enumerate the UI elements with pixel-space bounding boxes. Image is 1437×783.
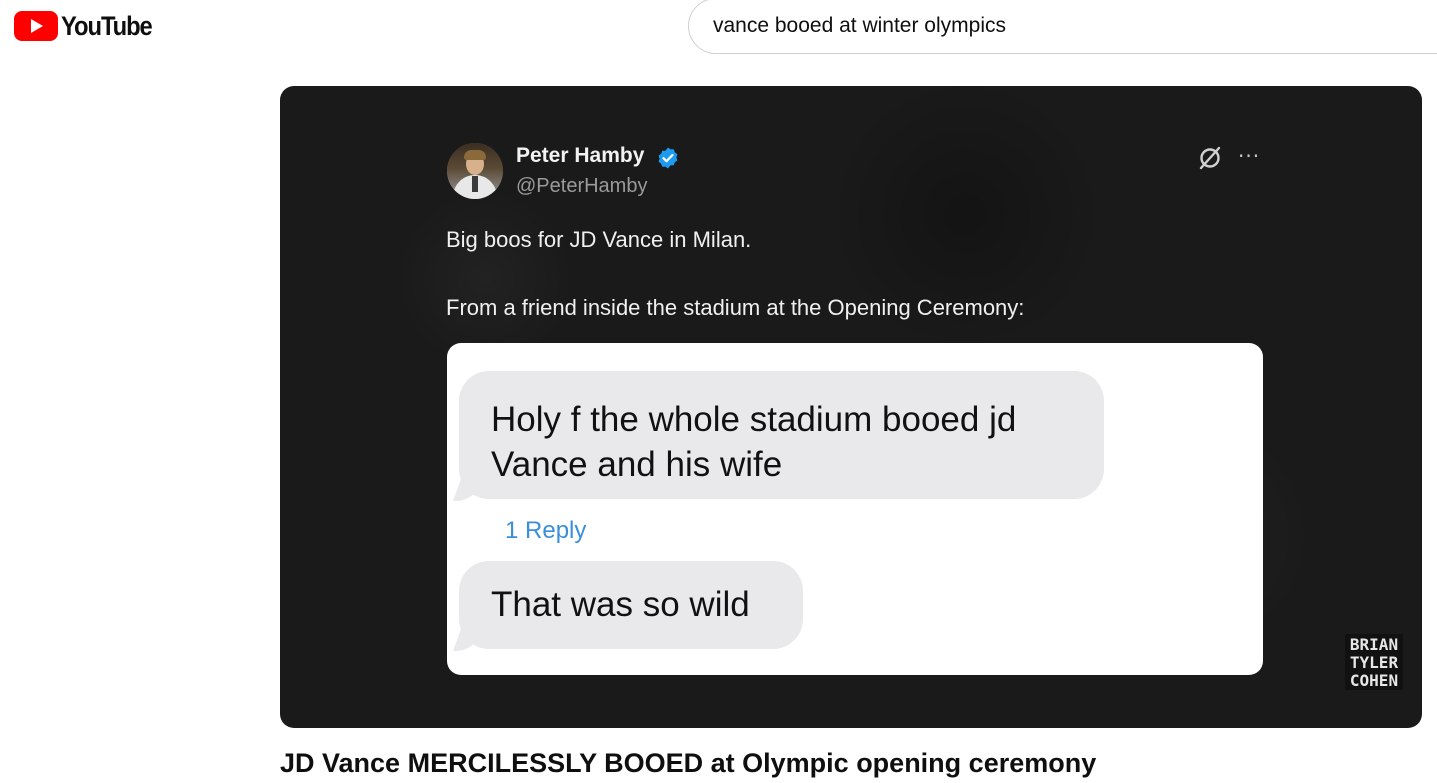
tweet-text-line1: Big boos for JD Vance in Milan. [446,227,752,252]
tweet-screenshot: Peter Hamby @PeterHamby ··· Big boos for… [280,86,1422,728]
verified-badge-icon [658,147,678,169]
tweet-author-handle: @PeterHamby [516,175,648,197]
youtube-wordmark: YouTube [61,10,153,41]
video-player[interactable]: Peter Hamby @PeterHamby ··· Big boos for… [280,86,1422,728]
search-bar[interactable]: vance booed at winter olympics [688,0,1437,54]
youtube-play-icon [14,11,58,41]
message-bubble-2: That was so wild [452,561,803,651]
youtube-logo[interactable]: YouTube [14,10,164,42]
video-title[interactable]: JD Vance MERCILESSLY BOOED at Olympic op… [280,748,1096,779]
message-bubble-1: Holy f the whole stadium booed jd Vance … [452,371,1104,501]
tweet-text-line2: From a friend inside the stadium at the … [446,295,1025,320]
search-input[interactable]: vance booed at winter olympics [713,14,1006,38]
more-options-icon: ··· [1238,144,1261,168]
message-text-2: That was so wild [491,585,750,624]
grok-icon [1199,146,1221,170]
channel-watermark-logo: BRIAN TYLER COHEN [1345,634,1403,690]
tweet-author-name: Peter Hamby [516,144,645,167]
author-avatar [447,143,503,199]
message-text-1: Holy f the whole stadium booed jd Vance … [491,400,1017,484]
tweet-media-image: Holy f the whole stadium booed jd Vance … [447,343,1263,675]
reply-count-link: 1 Reply [505,517,587,544]
